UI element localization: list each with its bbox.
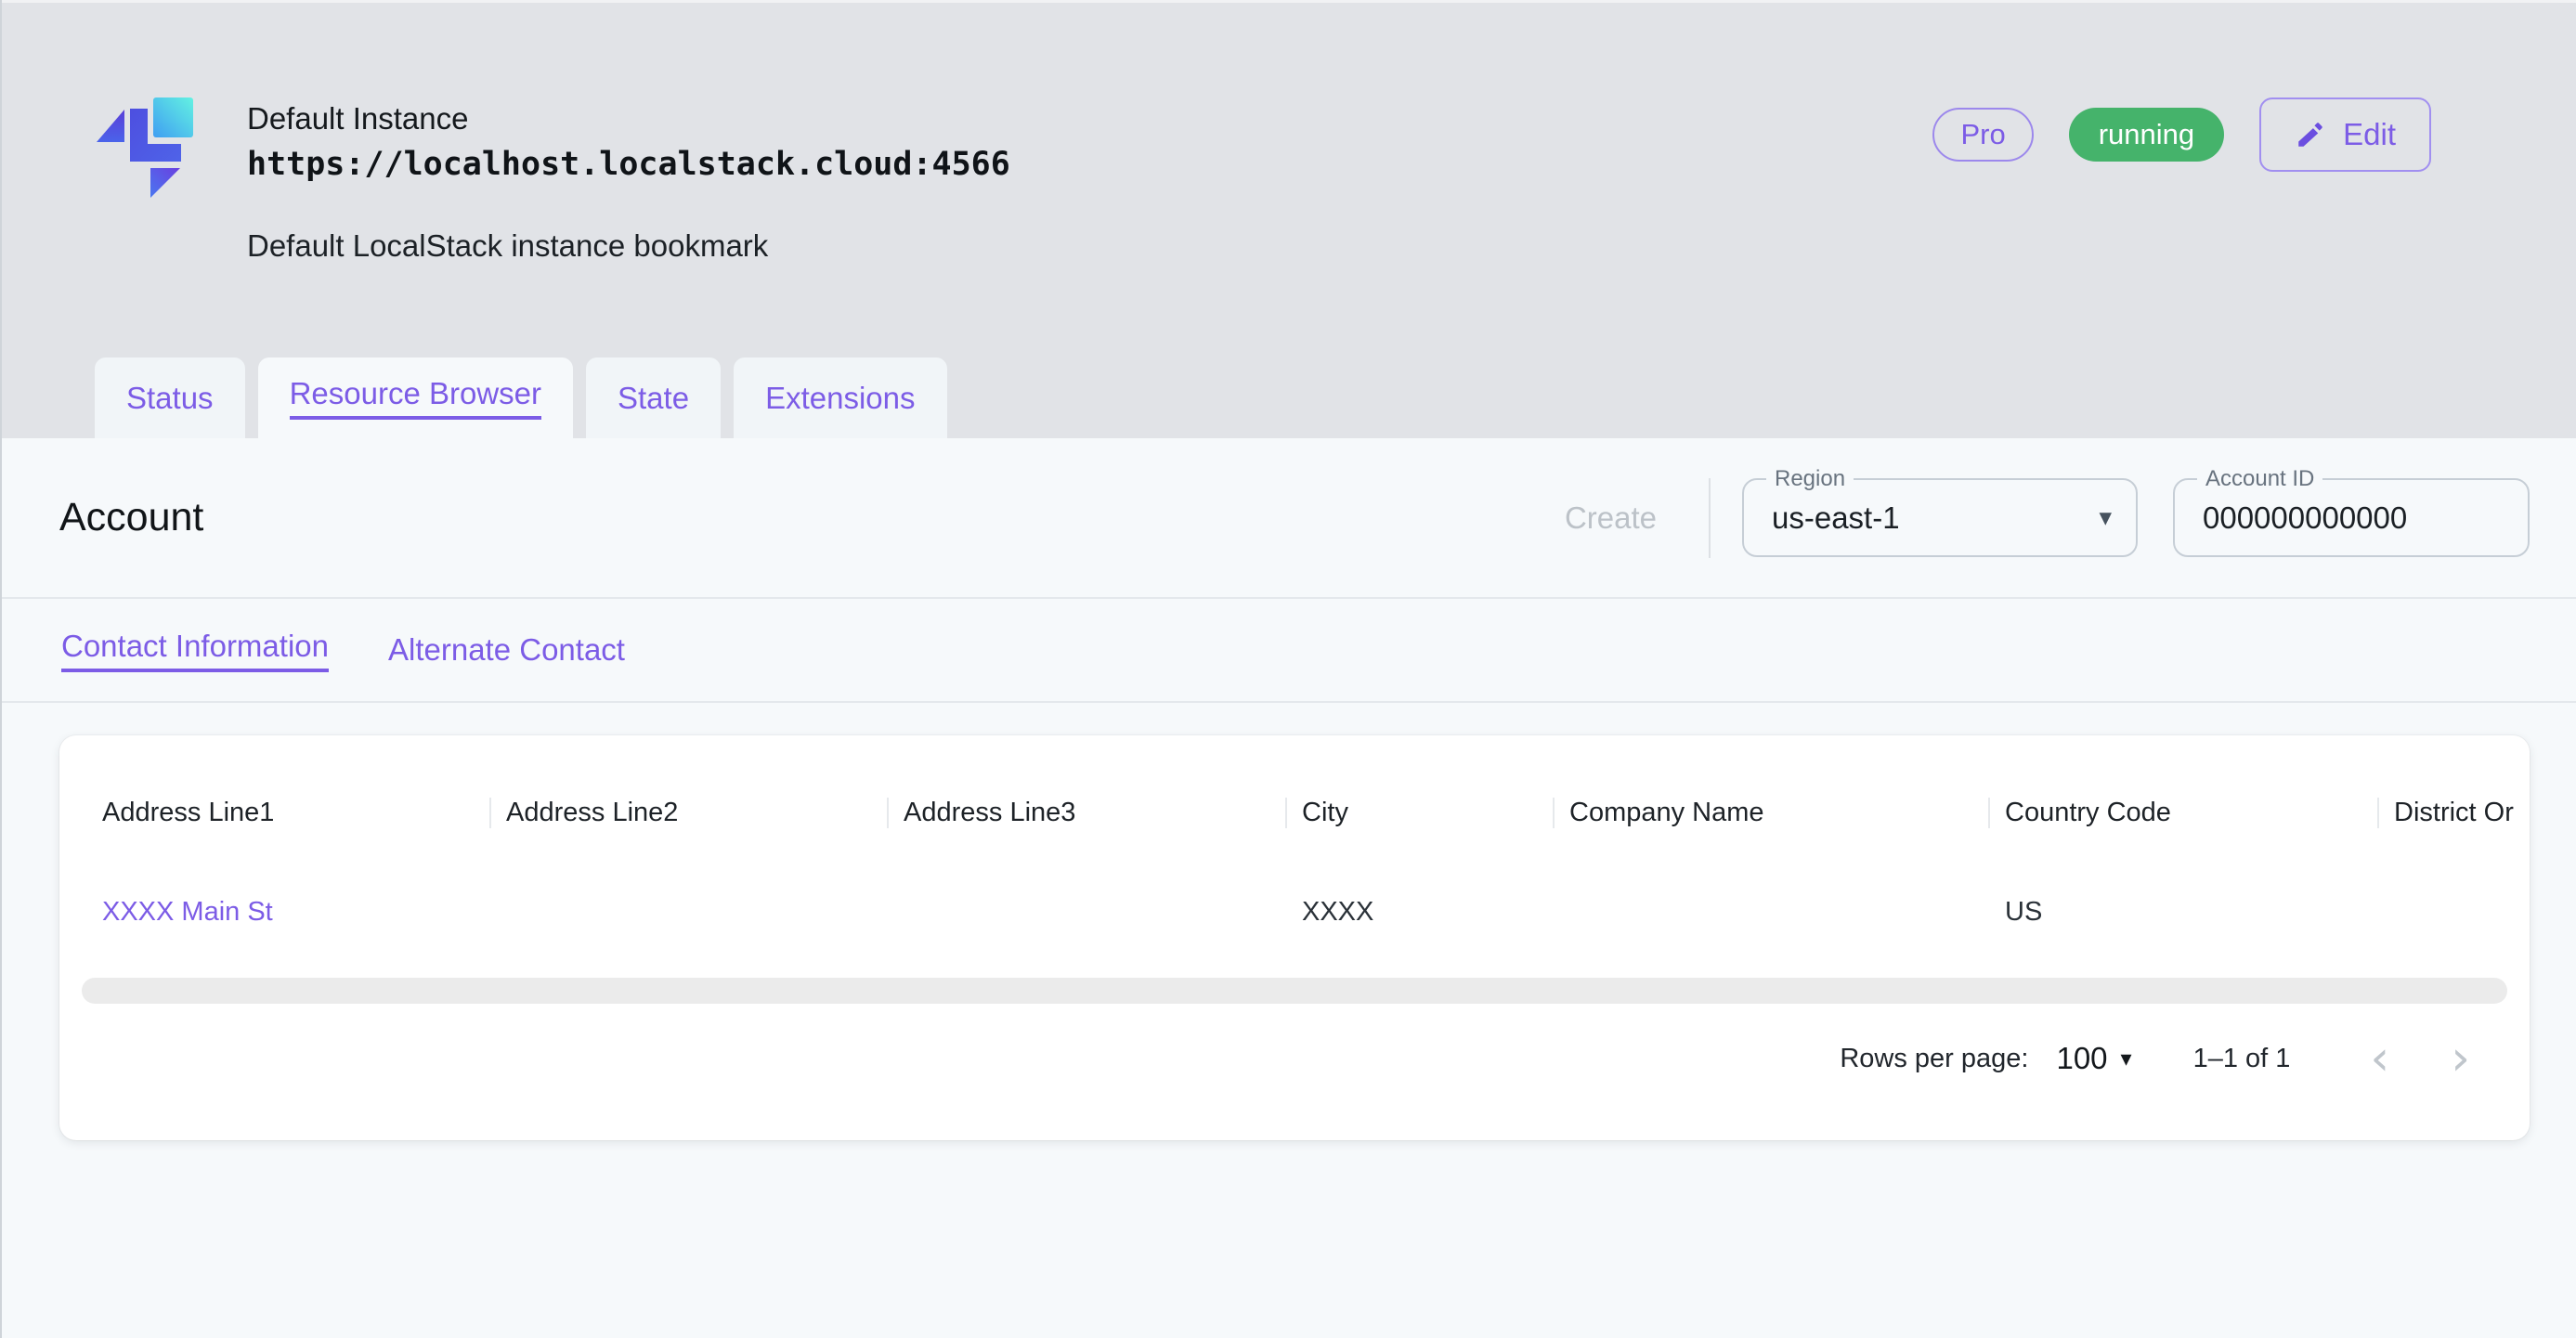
edit-button-label: Edit bbox=[2343, 117, 2396, 152]
rows-per-page-value: 100 bbox=[2056, 1041, 2107, 1076]
actions-divider bbox=[1709, 478, 1711, 558]
running-status-badge: running bbox=[2069, 108, 2224, 162]
rows-per-page-select[interactable]: 100 ▾ bbox=[2056, 1041, 2131, 1076]
column-header-city[interactable]: City bbox=[1285, 798, 1553, 828]
localstack-app-window: Default Instance https://localhost.local… bbox=[0, 0, 2576, 1338]
table-header-row: Address Line1 Address Line2 Address Line… bbox=[59, 735, 2530, 849]
resource-actions: Create Region us-east-1 ▾ Account ID 000… bbox=[1565, 478, 2530, 558]
create-button[interactable]: Create bbox=[1565, 500, 1657, 536]
column-header-company-name[interactable]: Company Name bbox=[1553, 798, 1988, 828]
region-select-label: Region bbox=[1766, 466, 1854, 493]
account-id-value: 000000000000 bbox=[2175, 500, 2407, 536]
resource-title: Account bbox=[59, 495, 203, 540]
localstack-logo-icon bbox=[95, 88, 204, 203]
column-header-address-line3[interactable]: Address Line3 bbox=[887, 798, 1285, 828]
cell-country-code: US bbox=[1988, 897, 2377, 928]
tab-extensions[interactable]: Extensions bbox=[734, 357, 946, 438]
account-subtabs: Contact Information Alternate Contact bbox=[2, 599, 2576, 703]
header-controls: Pro running Edit bbox=[1932, 96, 2431, 174]
instance-tabs: Status Resource Browser State Extensions bbox=[95, 357, 947, 438]
region-select[interactable]: Region us-east-1 ▾ bbox=[1742, 478, 2138, 557]
pagination-bar: Rows per page: 100 ▾ 1–1 of 1 ‹ › bbox=[59, 1004, 2530, 1113]
pro-badge: Pro bbox=[1932, 108, 2033, 162]
chevron-left-icon[interactable]: ‹ bbox=[2370, 1034, 2389, 1083]
instance-header: Default Instance https://localhost.local… bbox=[2, 0, 2576, 438]
subtab-alternate-contact[interactable]: Alternate Contact bbox=[388, 632, 625, 668]
column-header-district[interactable]: District Or bbox=[2377, 798, 2530, 828]
region-select-value: us-east-1 bbox=[1744, 500, 1900, 536]
subtab-contact-information[interactable]: Contact Information bbox=[61, 629, 329, 672]
pagination-range: 1–1 of 1 bbox=[2193, 1044, 2291, 1074]
chevron-right-icon[interactable]: › bbox=[2451, 1034, 2470, 1083]
table-row[interactable]: XXXX Main St XXXX US bbox=[59, 849, 2530, 976]
instance-title: Default Instance bbox=[247, 99, 1010, 137]
edit-button[interactable]: Edit bbox=[2259, 97, 2431, 172]
account-id-label: Account ID bbox=[2197, 466, 2322, 493]
pagination-nav: ‹ › bbox=[2370, 1034, 2470, 1083]
column-header-country-code[interactable]: Country Code bbox=[1988, 798, 2377, 828]
resource-header-row: Account Create Region us-east-1 ▾ Accoun… bbox=[2, 438, 2576, 599]
rows-per-page-label: Rows per page: bbox=[1840, 1044, 2028, 1074]
cell-address-line1[interactable]: XXXX Main St bbox=[59, 897, 489, 928]
dropdown-caret-icon: ▾ bbox=[2121, 1046, 2132, 1072]
horizontal-scrollbar[interactable] bbox=[82, 978, 2507, 1004]
instance-identity: Default Instance https://localhost.local… bbox=[95, 88, 1010, 264]
tab-resource-browser[interactable]: Resource Browser bbox=[258, 357, 573, 438]
instance-text-block: Default Instance https://localhost.local… bbox=[247, 88, 1010, 264]
resource-browser-panel: Account Create Region us-east-1 ▾ Accoun… bbox=[2, 438, 2576, 1338]
dropdown-caret-icon: ▾ bbox=[2099, 503, 2112, 532]
contact-information-card: Address Line1 Address Line2 Address Line… bbox=[59, 735, 2530, 1140]
tab-state[interactable]: State bbox=[586, 357, 721, 438]
account-id-field[interactable]: Account ID 000000000000 bbox=[2173, 478, 2530, 557]
pencil-icon bbox=[2295, 119, 2326, 150]
instance-url: https://localhost.localstack.cloud:4566 bbox=[247, 145, 1010, 186]
tab-status[interactable]: Status bbox=[95, 357, 245, 438]
cell-city: XXXX bbox=[1285, 897, 1553, 928]
column-header-address-line1[interactable]: Address Line1 bbox=[59, 798, 489, 828]
instance-subtitle: Default LocalStack instance bookmark bbox=[247, 228, 1010, 264]
column-header-address-line2[interactable]: Address Line2 bbox=[489, 798, 887, 828]
